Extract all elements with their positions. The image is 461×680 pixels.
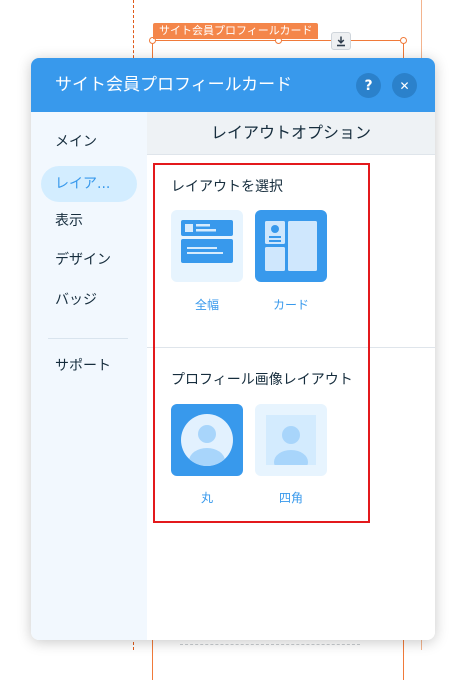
sidebar-item-support[interactable]: サポート — [41, 348, 137, 384]
highlight-annotation-box — [153, 163, 370, 523]
sidebar-item-main[interactable]: メイン — [41, 124, 137, 160]
close-button[interactable]: ✕ — [392, 73, 417, 98]
sidebar-divider — [48, 338, 128, 339]
canvas-dashed-line — [180, 644, 360, 645]
download-button[interactable] — [331, 32, 351, 50]
help-button[interactable]: ? — [356, 73, 381, 98]
element-name-tag[interactable]: サイト会員プロフィールカード — [153, 23, 319, 39]
sidebar-item-display[interactable]: 表示 — [41, 203, 137, 239]
content-title: レイアウトオプション — [147, 112, 435, 155]
panel-header[interactable]: サイト会員プロフィールカード ? ✕ — [31, 58, 435, 112]
help-icon: ? — [364, 77, 373, 94]
sidebar-item-badges[interactable]: バッジ — [41, 282, 137, 318]
sidebar-item-layout[interactable]: レイア... — [41, 166, 137, 202]
download-icon — [337, 36, 345, 46]
panel-title: サイト会員プロフィールカード — [55, 75, 293, 95]
close-icon: ✕ — [399, 78, 410, 93]
sidebar-item-design[interactable]: デザイン — [41, 242, 137, 278]
sidebar-nav: メイン レイア... 表示 デザイン バッジ サポート — [31, 112, 147, 640]
resize-handle-top-right[interactable] — [400, 37, 407, 44]
